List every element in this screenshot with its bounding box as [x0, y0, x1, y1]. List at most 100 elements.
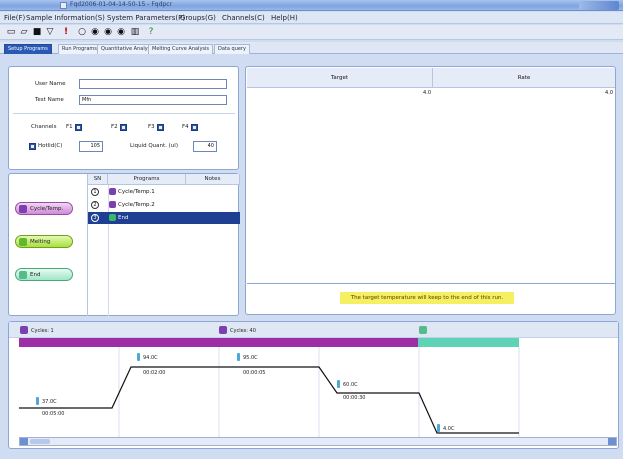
- row-number: 3: [91, 214, 99, 222]
- divider: [247, 283, 615, 284]
- toolbar: ▭ ▱ ■ ▽ ! ○ ◉ ◉ ◉ ▥ ?: [0, 25, 623, 40]
- step-3-temp[interactable]: 95.0C: [243, 355, 258, 361]
- stage-2-label: Cycles: 40: [230, 328, 256, 334]
- liquid-quant-label: Liquid Quant. (ul): [130, 143, 178, 149]
- thermometer-icon: [137, 353, 140, 361]
- channel-f2-label: F2: [111, 124, 118, 130]
- channel-f1-checkbox[interactable]: [75, 124, 82, 131]
- scroll-right-button[interactable]: [608, 438, 616, 445]
- window-title: Fqd2006-01-04-14-50-15 - Fqdpcr: [70, 1, 172, 8]
- tab-melting-curve-analysis[interactable]: Melting Curve Analysis: [148, 44, 214, 54]
- add-cycle-temp-label: Cycle/Temp.: [30, 206, 64, 212]
- cycle-stage-icon: [219, 326, 227, 334]
- title-bar: Fqd2006-01-04-14-50-15 - Fqdpcr: [0, 0, 623, 11]
- hotlid-label: Hotlid(C): [38, 143, 63, 149]
- filter-icon[interactable]: ▽: [45, 27, 55, 37]
- hotlid-checkbox[interactable]: [29, 143, 36, 150]
- add-cycle-temp-button[interactable]: Cycle/Temp.: [15, 202, 73, 215]
- menu-system-parameters[interactable]: System Parameters(P): [107, 14, 185, 22]
- test-name-input[interactable]: Mfn: [79, 95, 227, 105]
- divider: [13, 113, 235, 114]
- hotlid-input[interactable]: 105: [79, 141, 103, 152]
- step-1-temp[interactable]: 37.0C: [42, 399, 57, 405]
- add-end-button[interactable]: End: [15, 268, 73, 281]
- program-name: Cycle/Temp.1: [118, 189, 155, 195]
- channel-f2-checkbox[interactable]: [120, 124, 127, 131]
- menu-sample-information[interactable]: Sample Information(S): [26, 14, 105, 22]
- step-1-time[interactable]: 00:05:00: [42, 411, 64, 417]
- stage-header: [9, 322, 618, 338]
- add-melting-label: Melting: [30, 239, 51, 245]
- add-melting-button[interactable]: Melting: [15, 235, 73, 248]
- app-window: Fqd2006-01-04-14-50-15 - Fqdpcr File(F) …: [0, 0, 623, 459]
- new-file-icon[interactable]: ▭: [6, 27, 16, 37]
- step-3-time[interactable]: 00:00:05: [243, 370, 265, 376]
- channels-label: Channels: [31, 124, 57, 130]
- channel-f1-label: F1: [66, 124, 73, 130]
- end-notice: The target temperature will keep to the …: [340, 292, 514, 304]
- circle-3-icon[interactable]: ◉: [103, 27, 113, 37]
- program-name: Cycle/Temp.2: [118, 202, 155, 208]
- step-2-temp[interactable]: 94.0C: [143, 355, 158, 361]
- add-end-label: End: [30, 272, 41, 278]
- col-sn-header: SN: [88, 174, 108, 185]
- cycle-stages-bar: [19, 338, 418, 347]
- open-folder-icon[interactable]: ▱: [19, 27, 29, 37]
- user-name-input[interactable]: [79, 79, 227, 89]
- thermometer-icon: [337, 380, 340, 388]
- channel-f4-label: F4: [182, 124, 189, 130]
- app-icon: [60, 2, 67, 9]
- program-list: SN Programs Notes 1 Cycle/Temp.1 2 Cycle…: [87, 174, 240, 316]
- temperature-profile-graph: [19, 347, 520, 437]
- tab-setup-programs[interactable]: Setup Programs: [4, 44, 52, 54]
- rate-column-header: Rate: [433, 68, 615, 88]
- help-icon[interactable]: ?: [146, 27, 156, 37]
- program-row-selected[interactable]: 3 End: [88, 212, 240, 224]
- profile-scrollbar[interactable]: [19, 437, 617, 446]
- cycle-program-icon: [109, 201, 116, 208]
- menu-help[interactable]: Help(H): [271, 14, 298, 22]
- rate-value[interactable]: 4.0: [433, 89, 615, 97]
- thermometer-icon: [437, 424, 440, 432]
- test-name-label: Test Name: [35, 97, 64, 103]
- program-name: End: [118, 215, 129, 221]
- save-icon[interactable]: ■: [32, 27, 42, 37]
- step-4-temp[interactable]: 60.0C: [343, 382, 358, 388]
- row-number: 1: [91, 188, 99, 196]
- target-value[interactable]: 4.0: [247, 89, 433, 97]
- liquid-quant-input[interactable]: 40: [193, 141, 217, 152]
- step-4-time[interactable]: 00:00:30: [343, 395, 365, 401]
- target-rate-panel: Target Rate 4.0 4.0: [245, 66, 616, 315]
- circle-4-icon[interactable]: ◉: [116, 27, 126, 37]
- col-programs-header: Programs: [108, 174, 186, 185]
- program-row[interactable]: 2 Cycle/Temp.2: [88, 199, 240, 211]
- circle-1-icon[interactable]: ○: [77, 27, 87, 37]
- channel-f3-checkbox[interactable]: [157, 124, 164, 131]
- cycle-stage-icon: [20, 326, 28, 334]
- col-notes-header: Notes: [186, 174, 240, 185]
- menu-file[interactable]: File(F): [4, 14, 25, 22]
- end-stage-icon: [419, 326, 427, 334]
- menu-bar: File(F) Sample Information(S) System Par…: [0, 12, 623, 24]
- stats-icon[interactable]: ▥: [130, 27, 140, 37]
- window-controls[interactable]: [579, 1, 619, 10]
- row-number: 2: [91, 201, 99, 209]
- run-icon[interactable]: !: [61, 27, 71, 37]
- menu-groups[interactable]: Groups(G): [180, 14, 216, 22]
- channel-f4-checkbox[interactable]: [191, 124, 198, 131]
- cycle-program-icon: [109, 188, 116, 195]
- user-name-label: User Name: [35, 81, 66, 87]
- program-row[interactable]: 1 Cycle/Temp.1: [88, 186, 240, 198]
- step-5-temp[interactable]: 4.0C: [443, 426, 454, 432]
- scroll-thumb[interactable]: [30, 439, 50, 444]
- thermometer-icon: [36, 397, 39, 405]
- scroll-left-button[interactable]: [20, 438, 28, 445]
- tab-data-query[interactable]: Data query: [214, 44, 250, 54]
- melting-icon: [19, 238, 27, 246]
- thermometer-icon: [237, 353, 240, 361]
- menu-channels[interactable]: Channels(C): [222, 14, 265, 22]
- tab-run-programs[interactable]: Run Programs: [58, 44, 101, 54]
- channel-f3-label: F3: [148, 124, 155, 130]
- step-2-time[interactable]: 00:02:00: [143, 370, 165, 376]
- circle-2-icon[interactable]: ◉: [90, 27, 100, 37]
